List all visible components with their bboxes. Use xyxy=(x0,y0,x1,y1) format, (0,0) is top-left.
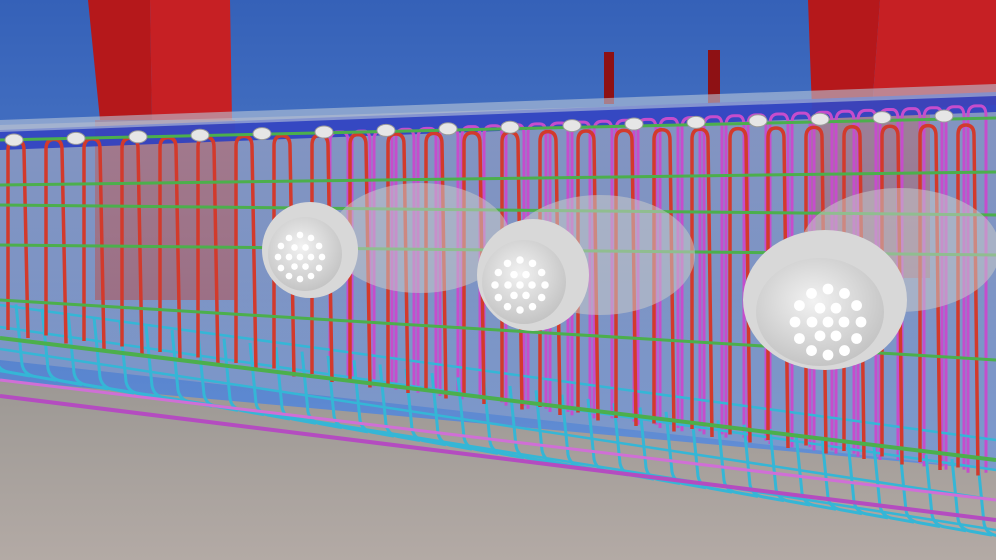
rebar-3d-scene xyxy=(0,0,996,560)
